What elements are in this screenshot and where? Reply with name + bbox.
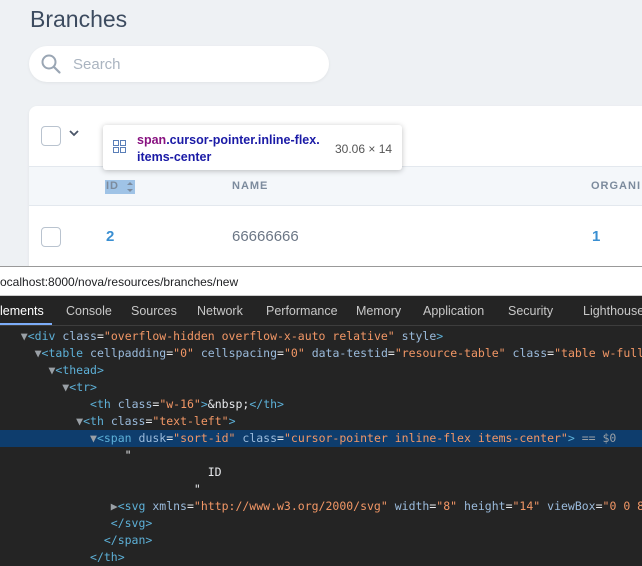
- tab-sources[interactable]: Sources: [131, 304, 177, 318]
- search-icon: [41, 54, 61, 74]
- tab-network[interactable]: Network: [197, 304, 243, 318]
- dom-node-th-text-left[interactable]: ▼<th class="text-left">: [0, 413, 642, 430]
- grid-layout-icon: [113, 140, 126, 153]
- dom-node-table[interactable]: ▼<table cellpadding="0" cellspacing="0" …: [0, 345, 642, 362]
- dom-node-svg[interactable]: ▶<svg xmlns="http://www.w3.org/2000/svg"…: [0, 498, 642, 515]
- dom-node-div[interactable]: ▼<div class="overflow-hidden overflow-x-…: [0, 328, 642, 345]
- tooltip-class-1: .cursor-pointer.inline-flex.: [166, 133, 320, 147]
- column-header-organization[interactable]: ORGANI: [591, 180, 641, 192]
- search-input[interactable]: Search: [29, 46, 329, 82]
- tab-console[interactable]: Console: [66, 304, 112, 318]
- sort-icon[interactable]: [127, 180, 133, 194]
- devtools-tab-bar: lements Console Sources Network Performa…: [0, 296, 642, 326]
- select-all-checkbox[interactable]: [41, 126, 61, 146]
- column-header-name[interactable]: NAME: [232, 180, 268, 192]
- tab-elements[interactable]: lements: [0, 304, 44, 318]
- active-tab-indicator: [0, 323, 52, 325]
- tooltip-tag: span: [137, 133, 167, 147]
- row-id-link[interactable]: 2: [106, 228, 114, 245]
- column-header-id[interactable]: ID: [106, 180, 119, 192]
- row-name: 66666666: [232, 228, 299, 245]
- dom-node-span-selected[interactable]: ▼<span dusk="sort-id" class="cursor-poin…: [0, 430, 642, 447]
- dom-close-th: </th>: [90, 550, 125, 564]
- dom-text-quote-open: ": [124, 448, 132, 462]
- dom-text-quote-close: ": [193, 482, 201, 496]
- inspect-tooltip: span.cursor-pointer.inline-flex. items-ce…: [103, 125, 402, 170]
- dom-close-svg: </svg>: [110, 516, 153, 530]
- search-placeholder: Search: [73, 56, 121, 73]
- tooltip-selector: span.cursor-pointer.inline-flex. items-ce…: [137, 132, 332, 166]
- table-row: 2 66666666 1: [29, 206, 642, 266]
- tab-performance[interactable]: Performance: [266, 304, 338, 318]
- row-organization-link[interactable]: 1: [592, 228, 600, 245]
- devtools-url-bar: ocalhost:8000/nova/resources/branches/ne…: [0, 266, 642, 296]
- tab-application[interactable]: Application: [423, 304, 484, 318]
- table-header: ID NAME ORGANI: [29, 166, 642, 206]
- tab-security[interactable]: Security: [508, 304, 553, 318]
- tooltip-class-2: items-center: [137, 150, 212, 164]
- dom-node-thead[interactable]: ▼<thead>: [0, 362, 642, 379]
- tab-lighthouse[interactable]: Lighthouse: [583, 304, 642, 318]
- tooltip-dimensions: 30.06 × 14: [335, 142, 393, 156]
- dom-node-th-w16[interactable]: <th class="w-16">&nbsp;</th>: [0, 396, 642, 413]
- chevron-down-icon[interactable]: [69, 130, 79, 137]
- dom-close-span: </span>: [103, 533, 153, 547]
- elements-tree: ▼<div class="overflow-hidden overflow-x-…: [0, 326, 642, 566]
- url-text[interactable]: ocalhost:8000/nova/resources/branches/ne…: [0, 275, 238, 289]
- dom-node-tr[interactable]: ▼<tr>: [0, 379, 642, 396]
- page-title: Branches: [30, 6, 128, 32]
- row-checkbox[interactable]: [41, 227, 61, 247]
- nova-page: Branches Search ID NAME ORGANI 2 6666666…: [0, 0, 642, 266]
- tab-memory[interactable]: Memory: [356, 304, 401, 318]
- dom-text-id: ID: [207, 465, 222, 479]
